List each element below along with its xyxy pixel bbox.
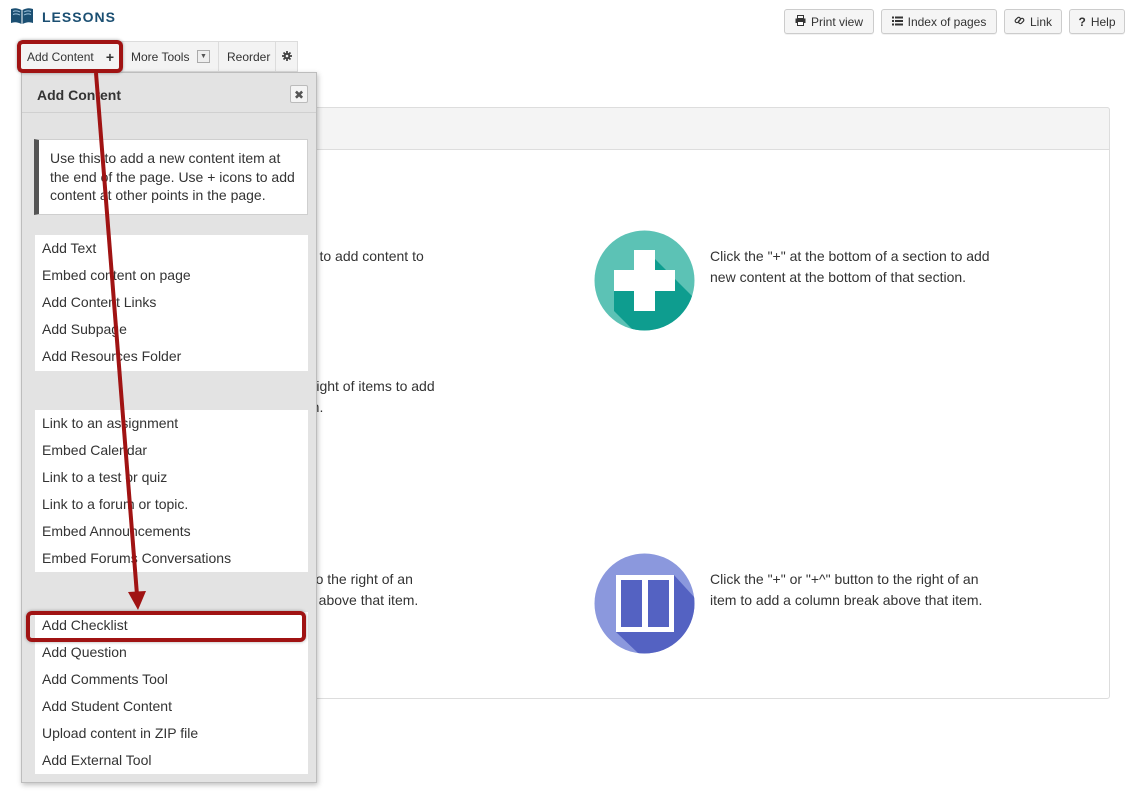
menu-item-add-subpage[interactable]: Add Subpage <box>35 316 308 343</box>
instruction-text-2-line2: em. <box>300 397 435 418</box>
print-view-button[interactable]: Print view <box>784 9 874 34</box>
book-icon <box>10 7 34 28</box>
dropdown-title: Add Content <box>22 77 316 113</box>
dropdown-arrow-icon: ▼ <box>197 50 210 63</box>
lesson-content-header <box>300 107 1110 150</box>
lessons-header: LESSONS <box>10 6 116 28</box>
menu-item-embed-forums-conversations[interactable]: Embed Forums Conversations <box>35 545 308 572</box>
menu-item-add-student-content[interactable]: Add Student Content <box>35 693 308 720</box>
link-icon <box>1014 15 1025 29</box>
reorder-button[interactable]: Reorder <box>218 41 275 72</box>
instruction-text-3-line2: ak above that item. <box>300 592 419 608</box>
help-button[interactable]: ? Help <box>1069 9 1125 34</box>
plus-description: Click the "+" at the bottom of a section… <box>710 246 990 288</box>
menu-item-link-quiz[interactable]: Link to a test or quiz <box>35 464 308 491</box>
menu-item-link-assignment[interactable]: Link to an assignment <box>35 410 308 437</box>
instruction-text-3-line1: n to the right of an <box>300 571 413 587</box>
more-tools-label: More Tools <box>131 49 190 64</box>
add-content-highlight <box>17 40 123 73</box>
page-title: LESSONS <box>42 9 116 25</box>
index-of-pages-label: Index of pages <box>907 14 987 29</box>
print-icon <box>795 14 806 29</box>
menu-item-embed-calendar[interactable]: Embed Calendar <box>35 437 308 464</box>
list-icon <box>891 15 903 29</box>
more-tools-menu[interactable]: More Tools ▼ <box>122 41 218 72</box>
menu-item-upload-zip[interactable]: Upload content in ZIP file <box>35 720 308 747</box>
column-description-line1: Click the "+" or "+^" button to the righ… <box>710 571 979 587</box>
settings-button[interactable] <box>275 41 298 72</box>
gear-icon <box>281 50 292 64</box>
link-label: Link <box>1029 14 1052 29</box>
link-button[interactable]: Link <box>1004 9 1062 34</box>
menu-item-add-external-tool[interactable]: Add External Tool <box>35 747 308 774</box>
instruction-text-1-line: ab to add content to <box>300 248 424 264</box>
plus-description-line1: Click the "+" at the bottom of a section… <box>710 248 990 264</box>
add-checklist-highlight <box>26 611 306 642</box>
menu-item-embed-content[interactable]: Embed content on page <box>35 262 308 289</box>
close-icon[interactable]: ✖ <box>290 85 308 103</box>
content-group-basic: Add Text Embed content on page Add Conte… <box>35 235 308 371</box>
index-of-pages-button[interactable]: Index of pages <box>881 9 997 34</box>
menu-item-add-text[interactable]: Add Text <box>35 235 308 262</box>
plus-circle-icon <box>594 230 695 334</box>
instruction-text-1: ab to add content to <box>300 246 424 267</box>
print-view-label: Print view <box>810 14 863 29</box>
question-icon: ? <box>1078 14 1086 29</box>
menu-item-embed-announcements[interactable]: Embed Announcements <box>35 518 308 545</box>
column-break-icon <box>594 553 695 657</box>
menu-item-add-comments-tool[interactable]: Add Comments Tool <box>35 666 308 693</box>
instruction-text-2-line1: e right of items to add <box>300 378 435 394</box>
column-description-line2: item to add a column break above that it… <box>710 592 983 608</box>
content-group-tools: Link to an assignment Embed Calendar Lin… <box>35 410 308 572</box>
dropdown-note: Use this to add a new content item at th… <box>34 139 308 215</box>
help-label: Help <box>1090 14 1116 29</box>
menu-item-add-content-links[interactable]: Add Content Links <box>35 289 308 316</box>
menu-item-add-question[interactable]: Add Question <box>35 639 308 666</box>
reorder-label: Reorder <box>227 49 271 64</box>
plus-description-line2: new content at the bottom of that sectio… <box>710 269 967 285</box>
instruction-text-2: e right of items to add em. <box>300 376 435 418</box>
menu-item-add-resources-folder[interactable]: Add Resources Folder <box>35 343 308 370</box>
menu-item-link-forum[interactable]: Link to a forum or topic. <box>35 491 308 518</box>
instruction-text-3: n to the right of an ak above that item. <box>300 569 418 611</box>
column-break-description: Click the "+" or "+^" button to the righ… <box>710 569 982 611</box>
